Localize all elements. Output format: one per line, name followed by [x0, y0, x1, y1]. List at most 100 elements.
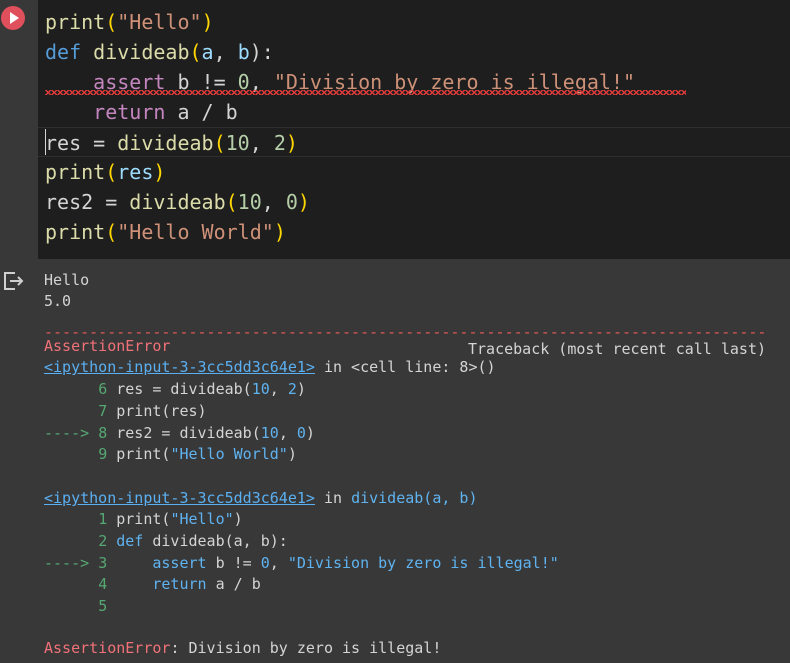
code-token: 10	[225, 131, 250, 155]
code-token: )	[296, 380, 306, 398]
run-cell-button[interactable]	[1, 6, 25, 30]
line-marker-arrow: ---->	[44, 424, 99, 442]
code-token: return	[116, 575, 207, 593]
code-token: def	[116, 532, 144, 550]
line-marker	[44, 532, 98, 550]
code-token: 0	[285, 190, 298, 214]
code-token: print(	[116, 445, 171, 463]
line-marker	[44, 402, 98, 420]
line-number: 7	[98, 402, 108, 420]
line-marker	[44, 445, 98, 463]
line-number: 6	[98, 380, 108, 398]
code-token: 10	[251, 380, 270, 398]
code-token: print	[45, 220, 106, 244]
code-token: )	[273, 220, 286, 244]
code-token: divideab(a, b):	[143, 532, 288, 550]
code-token: res =	[45, 131, 118, 155]
traceback-line: 7 print(res)	[44, 400, 207, 422]
cell-output: Hello 5.0 ------------------------------…	[0, 259, 790, 663]
code-token: "Hello World"	[117, 220, 274, 244]
code-token: b	[237, 40, 250, 64]
code-token: )	[287, 445, 297, 463]
traceback-frame-header: <ipython-input-3-3cc5dd3c64e1> in divide…	[44, 487, 478, 509]
line-number: 5	[98, 597, 108, 615]
code-token: ,	[261, 190, 286, 214]
traceback-line: 4 return a / b	[44, 573, 261, 595]
traceback-line: 6 res = divideab(10, 2)	[44, 378, 306, 400]
traceback-line: 2 def divideab(a, b):	[44, 530, 288, 552]
code-token: "Division by zero is illegal!"	[287, 554, 559, 572]
code-token: 2	[287, 380, 297, 398]
code-token: print(res)	[116, 402, 207, 420]
code-token: a	[201, 40, 214, 64]
line-number: 4	[98, 575, 108, 593]
traceback-source-link[interactable]: <ipython-input-3-3cc5dd3c64e1>	[44, 358, 315, 376]
code-editor[interactable]: print("Hello") def divideab(a, b): asser…	[38, 0, 790, 259]
line-number: 9	[98, 445, 108, 463]
code-token: (	[105, 10, 118, 34]
code-token: a / b	[206, 575, 261, 593]
code-line: return a / b	[45, 97, 238, 127]
traceback-line: 1 print("Hello")	[44, 508, 243, 530]
error-message: : Division by zero is illegal!	[170, 639, 442, 657]
stdout-line: 5.0	[44, 292, 72, 310]
code-token: (	[105, 160, 118, 184]
code-token: ,	[269, 554, 288, 572]
traceback-line: 9 print("Hello World")	[44, 443, 297, 465]
traceback-line-current: ----> 8 res2 = divideab(10, 0)	[44, 422, 315, 444]
code-line: print(res)	[45, 157, 165, 187]
error-name: AssertionError	[44, 639, 171, 657]
code-token: (	[225, 190, 238, 214]
code-token: ,	[278, 424, 297, 442]
code-token: 10	[260, 424, 279, 442]
output-exit-icon[interactable]	[2, 270, 24, 292]
code-token: )	[153, 160, 166, 184]
code-line: print("Hello")	[45, 7, 214, 37]
code-token: a / b	[165, 100, 238, 124]
code-token: ,	[213, 40, 238, 64]
code-token: divideab	[117, 131, 214, 155]
code-token: "Hello World"	[170, 445, 288, 463]
final-error-line: AssertionError: Division by zero is ille…	[44, 637, 441, 659]
line-marker	[44, 510, 98, 528]
code-token: print(	[116, 510, 171, 528]
code-token: assert	[116, 554, 207, 572]
code-token: print	[45, 10, 106, 34]
code-token: ,	[249, 131, 274, 155]
line-number: 8	[98, 424, 108, 442]
stdout-line: Hello	[44, 271, 90, 289]
traceback-location: in <cell line: 8>()	[314, 358, 496, 376]
code-token: res = divideab(	[116, 380, 252, 398]
line-number: 1	[98, 510, 108, 528]
traceback-frame-header: <ipython-input-3-3cc5dd3c64e1> in <cell …	[44, 356, 496, 378]
line-marker	[44, 380, 98, 398]
line-number: 3	[98, 554, 108, 572]
code-token: (	[189, 40, 202, 64]
code-token: (	[105, 220, 118, 244]
traceback-source-link[interactable]: <ipython-input-3-3cc5dd3c64e1>	[44, 489, 315, 507]
code-line: print("Hello World")	[45, 217, 286, 247]
code-token: )	[305, 424, 315, 442]
code-token: )	[297, 190, 310, 214]
traceback-line-current: ----> 3 assert b != 0, "Division by zero…	[44, 552, 559, 574]
cell-gutter	[0, 0, 38, 259]
code-token: )	[285, 131, 298, 155]
code-token: )	[233, 510, 243, 528]
code-token: res2 =	[45, 190, 130, 214]
code-token: 10	[237, 190, 262, 214]
text-cursor	[45, 129, 46, 155]
code-line-current: res = divideab(10, 2)	[38, 127, 790, 157]
code-token: 2	[273, 131, 286, 155]
traceback-header: Traceback (most recent call last)	[467, 340, 766, 358]
code-token: "Hello"	[170, 510, 234, 528]
line-number: 2	[98, 532, 108, 550]
code-line: res2 = divideab(10, 0)	[45, 187, 310, 217]
code-token: print	[45, 160, 106, 184]
code-token: def	[45, 40, 82, 64]
line-marker	[44, 575, 98, 593]
code-token: return	[93, 100, 166, 124]
traceback-function: divideab(a, b)	[351, 489, 478, 507]
code-line: def divideab(a, b):	[45, 37, 274, 67]
line-marker-arrow: ---->	[44, 554, 99, 572]
